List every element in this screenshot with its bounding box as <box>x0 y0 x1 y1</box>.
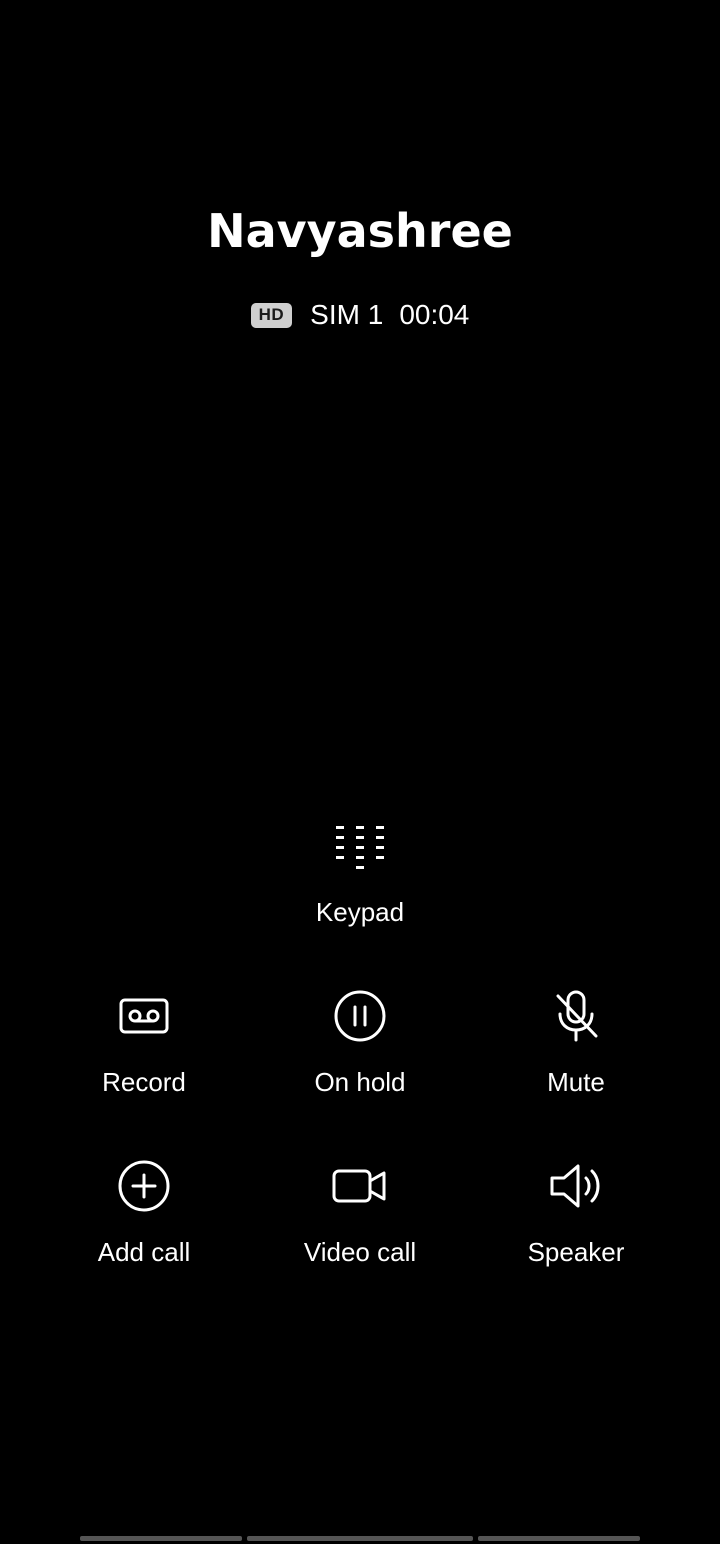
record-button[interactable]: Record <box>36 980 252 1120</box>
keypad-button[interactable]: Keypad <box>260 812 460 942</box>
nav-indicator-center <box>247 1536 473 1541</box>
on-hold-button[interactable]: On hold <box>252 980 468 1120</box>
mic-off-icon <box>546 986 606 1046</box>
call-controls: Record On hold Mute Add call Video call … <box>36 980 684 1290</box>
pause-icon <box>330 986 390 1046</box>
video-camera-icon <box>330 1156 390 1216</box>
record-icon <box>114 986 174 1046</box>
keypad-label: Keypad <box>315 897 405 927</box>
call-duration: 00:04 <box>399 299 470 330</box>
add-call-button[interactable]: Add call <box>36 1150 252 1290</box>
speaker-button[interactable]: Speaker <box>468 1150 684 1290</box>
call-info: HD SIM 1 00:04 <box>0 296 720 334</box>
add-circle-icon <box>114 1156 174 1216</box>
on-hold-label: On hold <box>314 1067 406 1097</box>
mute-label: Mute <box>547 1067 605 1097</box>
video-call-button[interactable]: Video call <box>252 1150 468 1290</box>
add-call-label: Add call <box>97 1237 191 1267</box>
caller-name: Navyashree <box>207 204 513 258</box>
video-call-label: Video call <box>303 1237 417 1267</box>
speaker-label: Speaker <box>527 1237 625 1267</box>
speaker-icon <box>546 1156 606 1216</box>
sim-label: SIM 1 <box>310 299 384 330</box>
record-label: Record <box>102 1067 186 1097</box>
dialpad-icon <box>334 822 386 874</box>
nav-indicator-right <box>478 1536 640 1541</box>
hd-badge: HD <box>250 302 293 328</box>
mute-button[interactable]: Mute <box>468 980 684 1120</box>
nav-indicator-left <box>80 1536 242 1541</box>
